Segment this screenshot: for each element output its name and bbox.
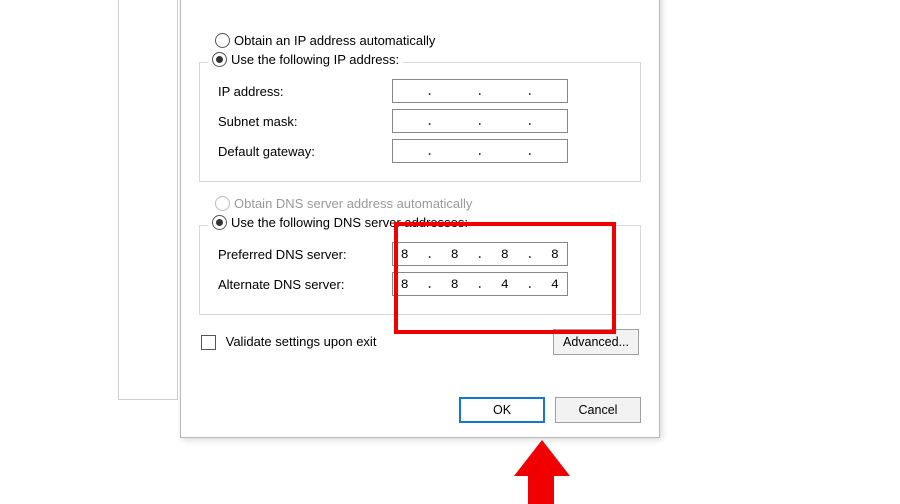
arrow-head-icon [514, 440, 570, 476]
radio-icon [215, 33, 230, 48]
radio-disabled-icon [215, 196, 230, 211]
ok-button[interactable]: OK [459, 397, 545, 423]
use-following-ip-label: Use the following IP address: [231, 52, 399, 67]
octet[interactable]: 8 [493, 247, 517, 262]
alternate-dns-label: Alternate DNS server: [212, 277, 392, 292]
preferred-dns-row: Preferred DNS server: 8. 8. 8. 8 [212, 242, 628, 266]
use-following-dns-label: Use the following DNS server addresses: [231, 215, 468, 230]
background-window [118, 0, 178, 400]
default-gateway-label: Default gateway: [212, 144, 392, 159]
radio-selected-icon [212, 52, 227, 67]
default-gateway-input[interactable]: . . . [392, 139, 568, 163]
ip-address-row: IP address: . . . [212, 79, 628, 103]
ip-address-input[interactable]: . . . [392, 79, 568, 103]
validate-advanced-row: Validate settings upon exit Advanced... [199, 329, 641, 355]
preferred-dns-input[interactable]: 8. 8. 8. 8 [392, 242, 568, 266]
advanced-button[interactable]: Advanced... [553, 329, 639, 355]
cancel-button[interactable]: Cancel [555, 397, 641, 423]
arrow-annotation [522, 440, 578, 504]
dns-server-group: Use the following DNS server addresses: … [199, 225, 641, 315]
octet[interactable]: 8 [543, 247, 567, 262]
alternate-dns-row: Alternate DNS server: 8. 8. 4. 4 [212, 272, 628, 296]
use-following-dns-row[interactable]: Use the following DNS server addresses: [208, 215, 472, 230]
validate-settings-label: Validate settings upon exit [226, 334, 377, 349]
octet[interactable]: 8 [443, 247, 467, 262]
dialog-footer: OK Cancel [459, 397, 641, 423]
subnet-mask-label: Subnet mask: [212, 114, 392, 129]
ip-address-label: IP address: [212, 84, 392, 99]
ip-address-group: Use the following IP address: IP address… [199, 62, 641, 182]
octet[interactable]: 8 [393, 247, 417, 262]
subnet-mask-row: Subnet mask: . . . [212, 109, 628, 133]
obtain-dns-auto-row: Obtain DNS server address automatically [215, 196, 641, 211]
subnet-mask-input[interactable]: . . . [392, 109, 568, 133]
validate-settings-checkbox[interactable]: Validate settings upon exit [201, 334, 376, 350]
obtain-ip-auto-row[interactable]: Obtain an IP address automatically [215, 33, 641, 48]
use-following-ip-row[interactable]: Use the following IP address: [208, 52, 403, 67]
default-gateway-row: Default gateway: . . . [212, 139, 628, 163]
obtain-dns-auto-label: Obtain DNS server address automatically [234, 196, 472, 211]
checkbox-icon [201, 335, 216, 350]
octet[interactable]: 8 [393, 277, 417, 292]
alternate-dns-input[interactable]: 8. 8. 4. 4 [392, 272, 568, 296]
octet[interactable]: 4 [493, 277, 517, 292]
octet[interactable]: 4 [543, 277, 567, 292]
ipv4-properties-dialog: Obtain an IP address automatically Use t… [180, 0, 660, 438]
obtain-ip-auto-label: Obtain an IP address automatically [234, 33, 435, 48]
preferred-dns-label: Preferred DNS server: [212, 247, 392, 262]
octet[interactable]: 8 [443, 277, 467, 292]
radio-selected-icon [212, 215, 227, 230]
